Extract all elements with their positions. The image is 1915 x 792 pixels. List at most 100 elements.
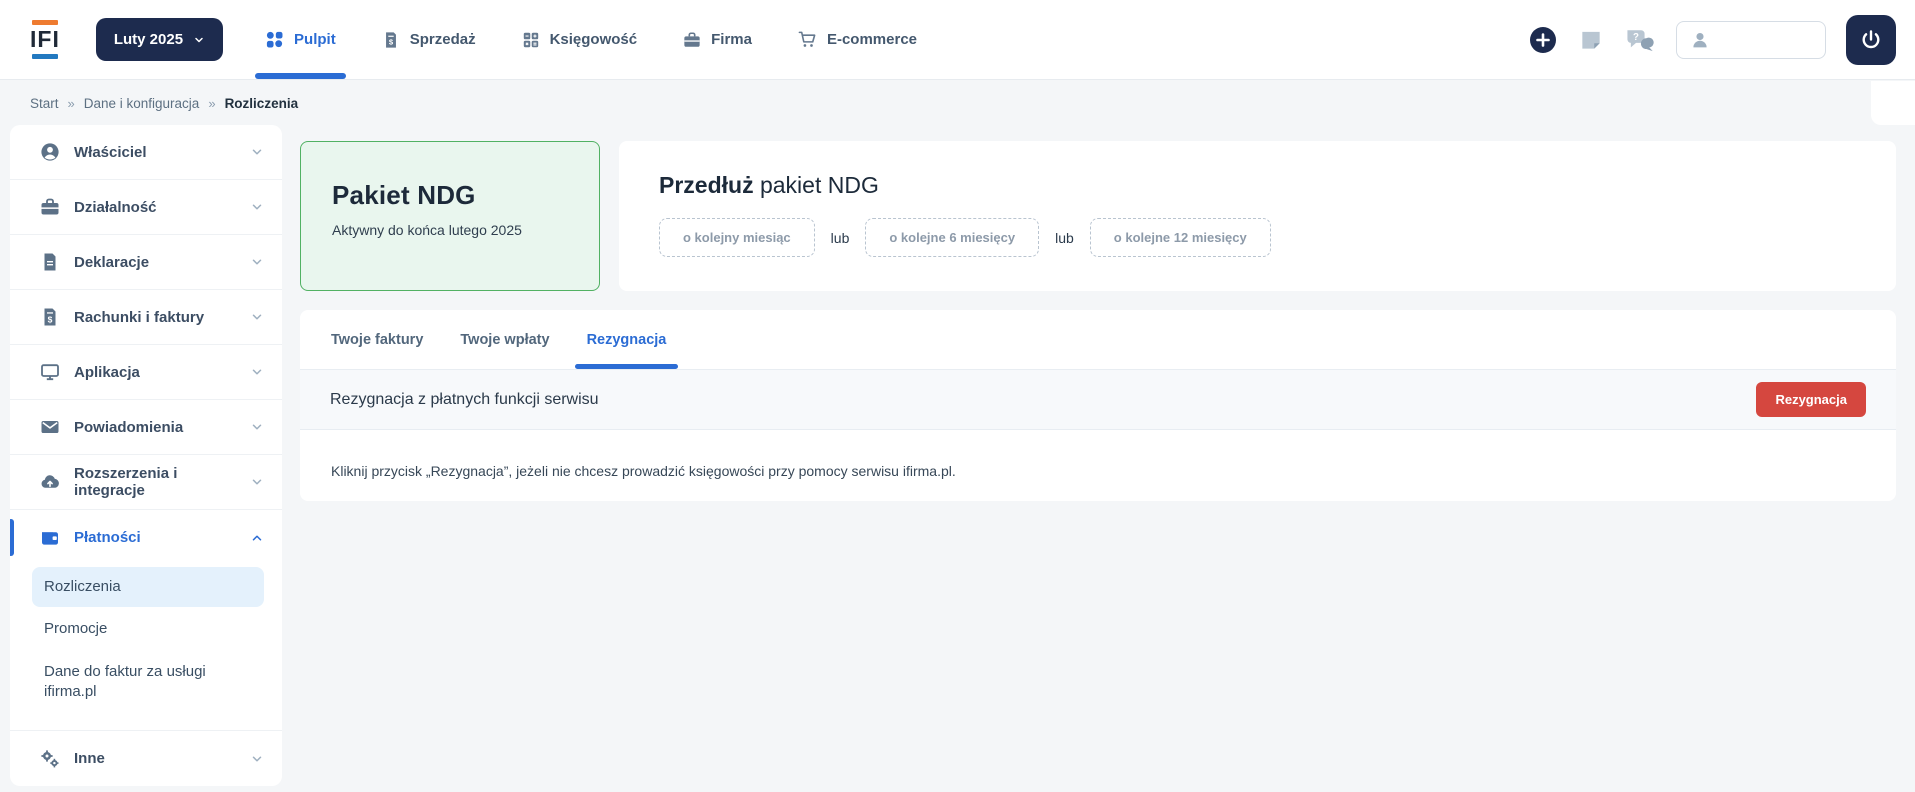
sidebar-item-dzialalnosc[interactable]: Działalność (10, 180, 282, 235)
svg-text:$: $ (389, 37, 394, 46)
nav-label: Firma (711, 31, 752, 48)
nav-item-ecommerce[interactable]: E-commerce (798, 0, 917, 79)
package-subtitle: Aktywny do końca lutego 2025 (332, 222, 583, 238)
breadcrumb-separator: » (68, 96, 75, 111)
sales-document-icon: $ (382, 31, 400, 49)
dashboard-icon (265, 30, 284, 49)
nav-item-firma[interactable]: Firma (683, 0, 752, 79)
chevron-down-icon (193, 34, 205, 46)
edge-panel (1871, 81, 1915, 125)
notes-icon (1578, 27, 1604, 53)
sidebar-item-label: Właściciel (74, 144, 250, 161)
sidebar-item-inne[interactable]: Inne (10, 731, 282, 786)
svg-text:?: ? (1633, 31, 1639, 42)
platnosci-submenu: Rozliczenia Promocje Dane do faktur za u… (10, 565, 282, 731)
nav-item-ksiegowosc[interactable]: Księgowość (522, 0, 638, 79)
sidebar-subitem-rozliczenia[interactable]: Rozliczenia (32, 567, 264, 607)
help-chat-icon: ? (1624, 26, 1656, 54)
sidebar-item-label: Płatności (74, 529, 250, 546)
notes-button[interactable] (1578, 27, 1604, 53)
nav-item-pulpit[interactable]: Pulpit (265, 0, 336, 79)
top-navbar: IFI Luty 2025 Pulpit $ Sprzedaż Księgowo… (0, 0, 1915, 80)
billing-tabs-card: Twoje faktury Twoje wpłaty Rezygnacja Re… (300, 310, 1896, 501)
tab-rezygnacja[interactable]: Rezygnacja (587, 310, 667, 369)
nav-label: E-commerce (827, 31, 917, 48)
document-icon (40, 252, 60, 272)
settings-sidebar: Właściciel Działalność Deklaracje (10, 125, 282, 786)
renew-title-bold: Przedłuż (659, 172, 754, 198)
nav-label: Sprzedaż (410, 31, 476, 48)
cart-icon (798, 30, 817, 49)
help-chat-button[interactable]: ? (1624, 26, 1656, 54)
resignation-heading: Rezygnacja z płatnych funkcji serwisu (330, 391, 599, 409)
nav-label: Pulpit (294, 31, 336, 48)
breadcrumb-start[interactable]: Start (30, 96, 59, 111)
or-separator: lub (831, 230, 850, 246)
chevron-down-icon (250, 365, 264, 379)
sidebar-item-label: Powiadomienia (74, 419, 250, 436)
nav-item-sprzedaz[interactable]: $ Sprzedaż (382, 0, 476, 79)
chevron-down-icon (250, 752, 264, 766)
package-title: Pakiet NDG (332, 180, 583, 211)
logo-orange-bar (32, 20, 58, 25)
tab-twoje-wplaty[interactable]: Twoje wpłaty (460, 310, 549, 369)
sidebar-item-platnosci[interactable]: Płatności (10, 510, 282, 565)
sidebar-item-label: Inne (74, 750, 250, 767)
breadcrumb-current: Rozliczenia (225, 96, 299, 111)
chevron-down-icon (250, 255, 264, 269)
plus-circle-icon (1528, 25, 1558, 55)
or-separator: lub (1055, 230, 1074, 246)
wallet-icon (40, 528, 60, 548)
breadcrumb: Start » Dane i konfiguracja » Rozliczeni… (0, 80, 1915, 125)
sidebar-item-rozszerzenia-i-integracje[interactable]: Rozszerzenia i integracje (10, 455, 282, 510)
sidebar-subitem-dane-do-faktur[interactable]: Dane do faktur za usługi ifirma.pl (32, 652, 264, 713)
month-selector-label: Luty 2025 (114, 31, 183, 48)
power-icon (1859, 28, 1883, 52)
ifirma-logo[interactable]: IFI (30, 20, 60, 59)
active-tab-underline (575, 364, 679, 369)
sidebar-item-label: Rozszerzenia i integracje (74, 465, 250, 499)
sidebar-item-label: Deklaracje (74, 254, 250, 271)
main-content: Pakiet NDG Aktywny do końca lutego 2025 … (300, 125, 1896, 501)
chevron-down-icon (250, 310, 264, 324)
header-actions: ? (1528, 15, 1896, 65)
briefcase-icon (683, 31, 701, 49)
chevron-down-icon (250, 420, 264, 434)
logout-button[interactable] (1846, 15, 1896, 65)
user-circle-icon (40, 142, 60, 162)
tab-twoje-faktury[interactable]: Twoje faktury (331, 310, 423, 369)
tab-label: Twoje wpłaty (460, 332, 549, 348)
sidebar-item-label: Aplikacja (74, 364, 250, 381)
add-button[interactable] (1528, 25, 1558, 55)
month-selector-button[interactable]: Luty 2025 (96, 18, 223, 61)
user-icon (1689, 29, 1711, 51)
breadcrumb-dane-i-konfiguracja[interactable]: Dane i konfiguracja (84, 96, 200, 111)
nav-label: Księgowość (550, 31, 638, 48)
invoice-icon: $ (40, 307, 60, 327)
sidebar-item-wlasciciel[interactable]: Właściciel (10, 125, 282, 180)
sidebar-item-deklaracje[interactable]: Deklaracje (10, 235, 282, 290)
sidebar-subitem-promocje[interactable]: Promocje (32, 609, 264, 649)
sidebar-item-powiadomienia[interactable]: Powiadomienia (10, 400, 282, 455)
sidebar-item-label: Działalność (74, 199, 250, 216)
chevron-down-icon (250, 475, 264, 489)
renew-6-months-button[interactable]: o kolejne 6 miesięcy (865, 218, 1039, 257)
svg-text:$: $ (48, 315, 53, 325)
tab-label: Rezygnacja (587, 332, 667, 348)
active-section-indicator (10, 519, 14, 556)
renew-title: Przedłuż pakiet NDG (659, 172, 1876, 199)
chevron-down-icon (250, 200, 264, 214)
user-account-box[interactable] (1676, 21, 1826, 59)
chevron-down-icon (250, 145, 264, 159)
calculator-icon (522, 31, 540, 49)
page-layout: Właściciel Działalność Deklaracje (0, 125, 1915, 786)
sidebar-item-aplikacja[interactable]: Aplikacja (10, 345, 282, 400)
resignation-button[interactable]: Rezygnacja (1756, 382, 1866, 417)
logo-blue-bar (32, 54, 58, 59)
cloud-upload-icon (40, 472, 60, 492)
renew-12-months-button[interactable]: o kolejne 12 miesięcy (1090, 218, 1271, 257)
renew-1-month-button[interactable]: o kolejny miesiąc (659, 218, 815, 257)
package-status-card: Pakiet NDG Aktywny do końca lutego 2025 (300, 141, 600, 291)
sidebar-item-rachunki-i-faktury[interactable]: $ Rachunki i faktury (10, 290, 282, 345)
resignation-header: Rezygnacja z płatnych funkcji serwisu Re… (300, 370, 1896, 430)
